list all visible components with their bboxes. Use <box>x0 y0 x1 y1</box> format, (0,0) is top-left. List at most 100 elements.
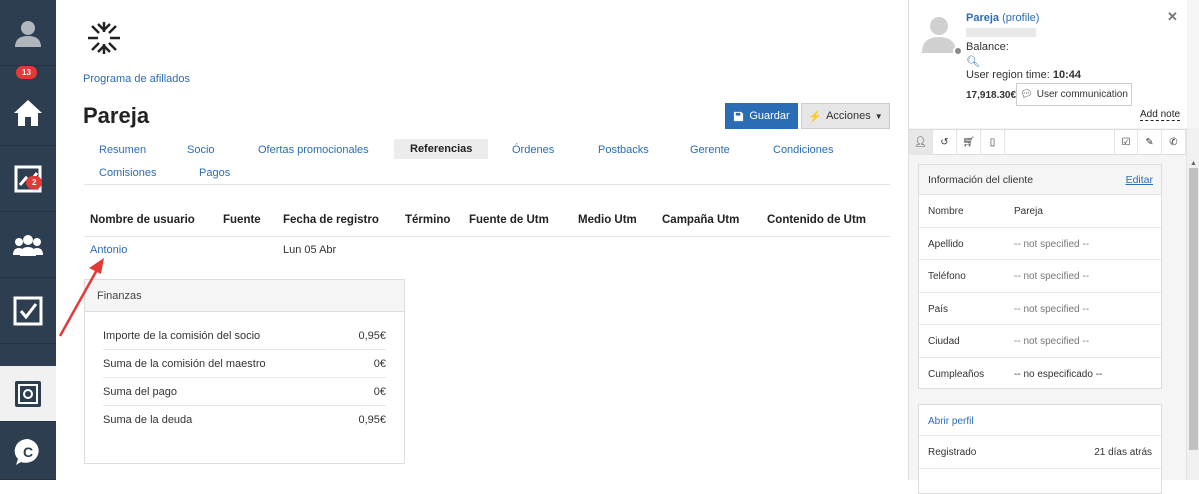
tab-comisiones[interactable]: Comisiones <box>99 167 156 179</box>
user-communication-button[interactable]: 💬︎ User communication <box>1016 83 1132 106</box>
profile-tab-icon[interactable]: 👤︎ <box>909 130 933 155</box>
open-profile-row[interactable]: Abrir perfil <box>919 405 1161 436</box>
tab-gerente[interactable]: Gerente <box>690 144 730 156</box>
info-row: Nombre Pareja <box>919 195 1161 228</box>
profile-nav-item[interactable]: 13 <box>0 0 56 79</box>
checkbox-icon <box>13 296 43 325</box>
tasks-nav-item[interactable] <box>0 278 56 344</box>
region-time-label: User region time: <box>966 69 1050 81</box>
info-key: Cumpleaños <box>928 368 985 380</box>
chat-nav-item[interactable]: C <box>0 424 56 480</box>
balance-label: Balance: <box>966 41 1009 53</box>
breadcrumb[interactable]: Programa de afillados <box>83 73 190 85</box>
users-nav-item[interactable] <box>0 212 56 278</box>
finance-row: Suma de la deuda 0,95€ <box>103 406 386 434</box>
tabs-bar: Resumen Socio Ofertas promocionales Refe… <box>84 139 890 185</box>
finance-label: Suma de la comisión del maestro <box>103 357 266 370</box>
finance-card: Finanzas Importe de la comisión del soci… <box>84 279 405 464</box>
user-avatar-icon <box>15 20 41 47</box>
tab-pagos[interactable]: Pagos <box>199 167 230 179</box>
profile-link[interactable]: (profile) <box>1002 12 1039 24</box>
finance-row: Importe de la comisión del socio 0,95€ <box>103 322 386 350</box>
column-header[interactable]: Fuente <box>223 214 261 226</box>
chat-icon: C <box>14 438 39 465</box>
finance-row: Suma del pago 0€ <box>103 378 386 406</box>
tab-referencias[interactable]: Referencias <box>394 139 489 159</box>
info-value: -- no especificado -- <box>1014 368 1103 380</box>
username-link[interactable]: Antonio <box>90 244 127 256</box>
info-row: Ciudad -- not specified -- <box>919 325 1161 358</box>
search-icon[interactable]: 🔍︎ <box>966 55 980 68</box>
tab-postbacks[interactable]: Postbacks <box>598 144 649 156</box>
home-nav-item[interactable] <box>0 80 56 146</box>
table-row: Antonio Lun 05 Abr <box>84 237 890 265</box>
safe-nav-item[interactable] <box>0 366 56 422</box>
scrollbar-thumb[interactable] <box>1189 168 1198 450</box>
chart-badge: 2 <box>26 176 43 189</box>
tab-condiciones[interactable]: Condiciones <box>773 144 834 156</box>
registration-date: Lun 05 Abr <box>283 244 337 256</box>
info-value: Pareja <box>1014 206 1043 217</box>
tab-resumen[interactable]: Resumen <box>99 144 146 156</box>
bolt-icon: ⚡ <box>808 110 823 123</box>
tab-ofertas[interactable]: Ofertas promocionales <box>258 144 369 156</box>
caret-down-icon: ▼ <box>874 111 883 121</box>
scroll-up-icon[interactable]: ▲ <box>1190 160 1197 167</box>
column-header[interactable]: Campaña Utm <box>662 214 739 226</box>
edit-link[interactable]: Editar <box>1126 174 1153 186</box>
add-note-link[interactable]: Add note <box>1140 109 1181 121</box>
column-header[interactable]: Término <box>405 214 450 226</box>
info-row: Apellido -- not specified -- <box>919 228 1161 260</box>
profile-card: Abrir perfil Registrado 21 días atrás <box>918 404 1162 494</box>
open-profile-link[interactable]: Abrir perfil <box>928 416 974 427</box>
finance-value: 0,95€ <box>358 329 386 342</box>
column-header[interactable]: Medio Utm <box>578 214 637 226</box>
info-key: Ciudad <box>928 336 960 347</box>
panel-scrollbar[interactable]: ▲ <box>1186 128 1199 480</box>
region-time: User region time: 10:44 <box>966 69 1081 81</box>
tab-ordenes[interactable]: Órdenes <box>512 144 554 156</box>
mobile-icon[interactable]: ▯ <box>981 130 1005 155</box>
finance-value: 0,95€ <box>358 414 386 426</box>
phone-icon[interactable]: ✆ <box>1162 130 1186 155</box>
history-icon[interactable]: ↺ <box>933 130 957 155</box>
cart-icon[interactable]: 🛒︎ <box>957 130 981 155</box>
info-value: 21 días atrás <box>1094 447 1152 458</box>
info-row: Cumpleaños -- no especificado -- <box>919 358 1161 391</box>
info-value: -- not specified -- <box>1014 303 1090 315</box>
finance-value: 0€ <box>373 357 386 370</box>
region-time-value: 10:44 <box>1052 69 1081 81</box>
finance-label: Suma del pago <box>103 385 177 398</box>
home-icon <box>14 99 42 126</box>
left-navigation: 13 2 C <box>0 0 56 480</box>
actions-dropdown-button[interactable]: ⚡ Acciones ▼ <box>801 103 890 129</box>
info-key: País <box>928 303 949 315</box>
column-header[interactable]: Fuente de Utm <box>469 214 549 226</box>
info-key: Apellido <box>928 238 964 250</box>
column-header[interactable]: Nombre de usuario <box>90 214 195 226</box>
svg-text:C: C <box>23 444 33 460</box>
tab-socio[interactable]: Socio <box>187 144 215 156</box>
client-summary: Pareja (profile) Balance: 🔍︎ User region… <box>909 0 1187 128</box>
pencil-icon[interactable]: ✎ <box>1138 130 1162 155</box>
client-name[interactable]: Pareja (profile) <box>966 12 1039 24</box>
info-key: Registrado <box>928 447 977 458</box>
save-button-label: Guardar <box>749 110 790 122</box>
info-value: -- not specified -- <box>1014 336 1090 347</box>
close-icon[interactable]: ✕ <box>1167 9 1178 25</box>
client-info-card: Información del cliente Editar Nombre Par… <box>918 164 1162 389</box>
check-square-icon[interactable]: ☑ <box>1114 130 1138 155</box>
info-row: Registrado 21 días atrás <box>919 436 1161 469</box>
column-header[interactable]: Fecha de registro <box>283 214 379 226</box>
info-value: -- not specified -- <box>1014 238 1090 250</box>
client-info-title: Información del cliente <box>928 174 1034 186</box>
finance-label: Suma de la deuda <box>103 414 193 426</box>
finance-value: 0€ <box>373 385 386 398</box>
client-side-panel: Pareja (profile) Balance: 🔍︎ User region… <box>908 0 1199 494</box>
column-header[interactable]: Contenido de Utm <box>767 214 866 226</box>
client-name-text: Pareja <box>966 12 1000 24</box>
save-button[interactable]: Guardar <box>725 103 798 129</box>
safe-icon <box>15 380 41 407</box>
chart-nav-item[interactable]: 2 <box>0 146 56 212</box>
floppy-icon <box>734 111 744 121</box>
